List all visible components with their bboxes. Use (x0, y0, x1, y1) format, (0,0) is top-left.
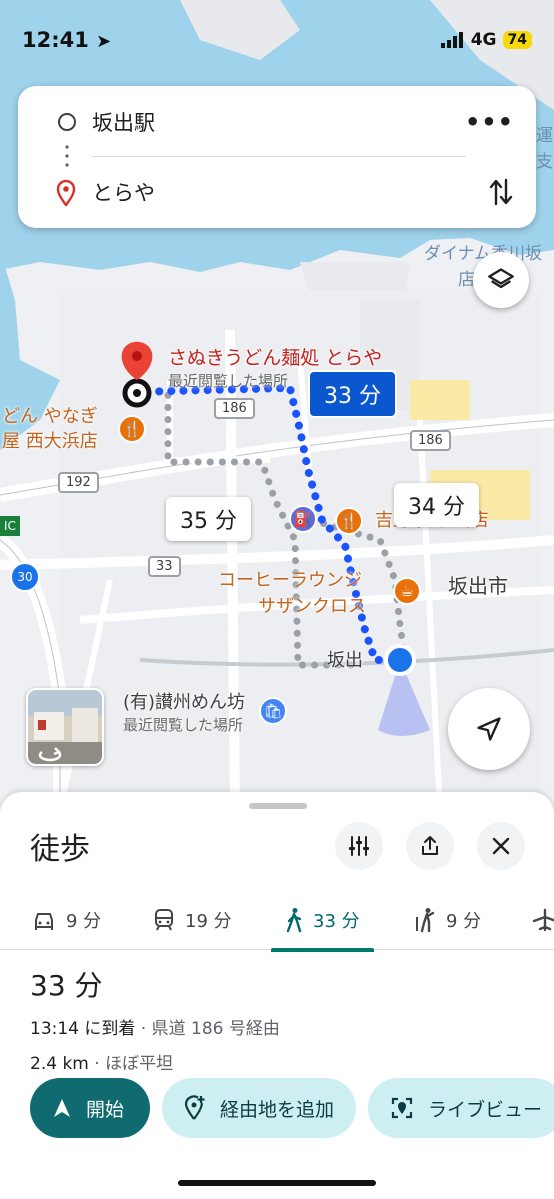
car-icon (35, 913, 53, 930)
origin-row[interactable]: 坂出駅 ••• (18, 92, 536, 152)
add-stop-button[interactable]: 経由地を追加 (162, 1078, 357, 1138)
route-time-bubble-alt-2[interactable]: 34 分 (394, 483, 479, 527)
map-view[interactable]: さぬきうどん麺処 とらや 最近閲覧した場所 どん やなぎ 屋 西大浜店 吉野家 … (0, 0, 554, 810)
start-button-label: 開始 (86, 1098, 125, 1121)
walk-icon (286, 908, 302, 933)
my-location-button[interactable] (448, 688, 530, 770)
network-type: 4G (470, 30, 497, 50)
mode-label-car: 9 分 (66, 911, 102, 932)
swap-icon[interactable] (488, 176, 514, 208)
route-33-shield: 33 (148, 556, 181, 577)
station-label[interactable]: 坂出 (327, 652, 363, 670)
route-options-button[interactable] (335, 822, 383, 870)
destination-field[interactable]: とらや (92, 177, 155, 207)
route-192-shield: 192 (58, 472, 99, 493)
mode-tab-rideshare[interactable]: 9 分 (414, 900, 481, 940)
route-30-shield: 30 (10, 562, 40, 592)
origin-circle-icon (58, 113, 76, 131)
shi-label: 支 (536, 152, 553, 172)
mode-tab-transit[interactable]: 19 分 (153, 900, 232, 940)
add-location-icon (184, 1095, 205, 1120)
close-button[interactable] (477, 822, 525, 870)
close-icon (492, 837, 510, 855)
directions-sheet: 徒歩 9 分 19 分 33 分 9 分 33 分 13:14 に到着 · 県道… (0, 792, 554, 1199)
city-label: 坂出市 (448, 574, 508, 598)
live-view-button[interactable]: ライブビュー (368, 1078, 554, 1138)
start-button[interactable]: 開始 (30, 1078, 150, 1138)
mode-tab-car[interactable]: 9 分 (32, 900, 101, 940)
mode-label-walk: 33 分 (313, 911, 360, 932)
route-via: · 県道 186 号経由 (135, 1019, 280, 1039)
travel-mode-tabs: 9 分 19 分 33 分 9 分 (0, 888, 554, 952)
train-icon (155, 909, 173, 931)
route-search-card: 坂出駅 ••• とらや (18, 86, 536, 228)
poi-coffee-label-1[interactable]: コーヒーラウンジ (218, 572, 362, 590)
distance-line: 2.4 km · ほぼ平坦 (30, 1049, 280, 1074)
airplane-icon (532, 908, 554, 932)
poi-coffee-label-2[interactable]: サザンクロス (258, 598, 366, 616)
live-view-label: ライブビュー (428, 1098, 543, 1121)
arrival-line: 13:14 に到着 · 県道 186 号経由 (30, 1014, 280, 1039)
poi-yanagi-label-1[interactable]: どん やなぎ (2, 408, 98, 426)
route-duration: 33 分 (30, 969, 103, 1002)
unga-label: 運 (536, 126, 553, 146)
mode-tab-walk[interactable]: 33 分 (271, 900, 374, 952)
more-options-icon[interactable]: ••• (465, 108, 514, 136)
layers-button[interactable] (473, 252, 529, 308)
shopping-bag-icon[interactable]: 🛍 (259, 697, 287, 725)
route-time-bubble-main[interactable]: 33 分 (308, 370, 397, 418)
share-icon (422, 836, 438, 855)
gas-station-icon[interactable]: ⛽ (289, 505, 317, 533)
route-186-shield-2: 186 (410, 430, 451, 451)
street-view-icon (34, 708, 98, 762)
mode-label-transit: 19 分 (185, 911, 232, 932)
home-indicator (178, 1180, 376, 1186)
battery-indicator: 74 (502, 31, 532, 49)
signal-icon (440, 32, 463, 48)
status-time: 12:41 ➤ (22, 28, 112, 52)
status-bar: 12:41 ➤ 4G 74 (0, 0, 554, 80)
destination-map-sublabel: 最近閲覧した場所 (168, 372, 289, 390)
navigation-arrow-icon (477, 717, 501, 741)
origin-field[interactable]: 坂出駅 (92, 107, 155, 137)
sheet-drag-handle[interactable] (249, 803, 307, 809)
poi-yanagi-label-2[interactable]: 屋 西大浜店 (2, 433, 98, 451)
poi-menbo-sublabel: 最近閲覧した場所 (123, 716, 244, 734)
destination-map-label[interactable]: さぬきうどん麺処 とらや (168, 349, 382, 368)
destination-row[interactable]: とらや (18, 162, 536, 222)
cafe-icon[interactable]: ☕ (393, 577, 421, 605)
sheet-title: 徒歩 (30, 832, 90, 867)
street-view-thumbnail[interactable] (26, 688, 104, 766)
live-view-icon (391, 1097, 413, 1119)
route-time-bubble-alt-1[interactable]: 35 分 (166, 497, 251, 541)
tune-icon (349, 836, 369, 856)
rideshare-icon (416, 908, 435, 933)
restaurant-icon[interactable]: 🍴 (335, 507, 363, 535)
route-summary[interactable]: 33 分 13:14 に到着 · 県道 186 号経由 2.4 km · ほぼ平… (30, 964, 280, 1074)
navigation-icon (54, 1099, 70, 1117)
route-divider (92, 156, 466, 157)
arrival-time: 13:14 に到着 (30, 1019, 136, 1039)
distance: 2.4 km (30, 1054, 89, 1074)
mode-label-rideshare: 9 分 (446, 911, 482, 932)
destination-pin-icon (56, 180, 76, 206)
restaurant-icon[interactable]: 🍴 (118, 415, 146, 443)
route-186-shield: 186 (214, 398, 255, 419)
ic-badge: IC (0, 516, 20, 536)
terrain-note: · ほぼ平坦 (88, 1054, 174, 1074)
poi-menbo-label[interactable]: (有)讃州めん坊 (123, 694, 245, 712)
layers-icon (488, 268, 514, 289)
mode-tab-flight[interactable] (532, 900, 554, 940)
share-button[interactable] (406, 822, 454, 870)
add-stop-label: 経由地を追加 (220, 1098, 335, 1121)
action-buttons: 開始 経由地を追加 ライブビュー (30, 1078, 554, 1138)
active-tab-indicator (271, 948, 374, 952)
